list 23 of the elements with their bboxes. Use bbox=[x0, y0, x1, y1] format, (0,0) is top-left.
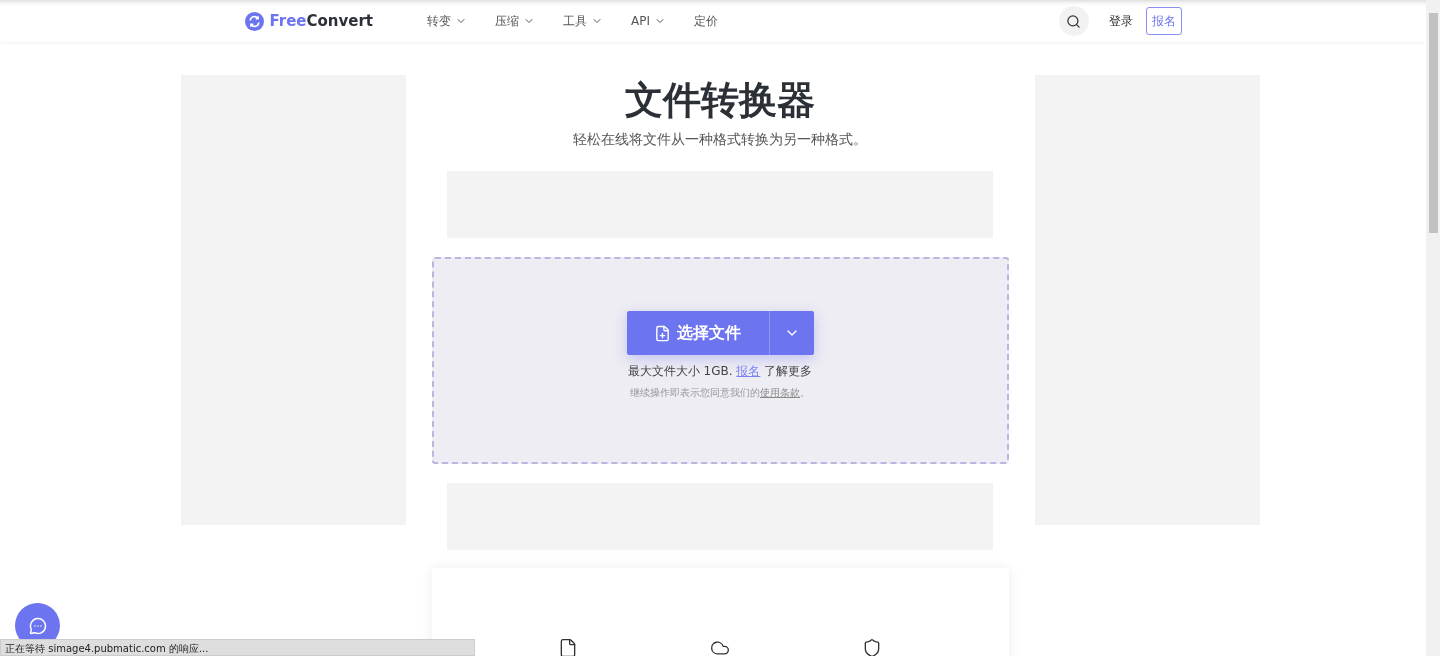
signup-button[interactable]: 报名 bbox=[1145, 7, 1182, 35]
nav-item[interactable]: 转变 bbox=[427, 12, 468, 30]
file-plus-icon bbox=[654, 324, 671, 342]
nav-item[interactable]: 压缩 bbox=[495, 12, 536, 30]
terms-notice: 继续操作即表示您同意我们的使用条款。 bbox=[630, 386, 810, 400]
logo-icon bbox=[244, 11, 264, 31]
scrollbar[interactable] bbox=[1426, 0, 1440, 656]
logo-text: FreeConvert bbox=[269, 12, 374, 30]
page-title: 文件转换器 bbox=[625, 77, 815, 124]
chat-bubble-icon bbox=[28, 616, 47, 635]
nav-item[interactable]: 定价 bbox=[694, 12, 719, 30]
nav-item[interactable]: API bbox=[631, 12, 667, 30]
file-size-info: 最大文件大小 1GB. 报名 了解更多 bbox=[627, 363, 813, 380]
search-button[interactable] bbox=[1058, 6, 1089, 36]
login-link[interactable]: 登录 bbox=[1108, 12, 1133, 30]
page-subtitle: 轻松在线将文件从一种格式转换为另一种格式。 bbox=[573, 131, 867, 149]
file-drop-zone[interactable]: 选择文件 最大文件大小 1GB. 报名 了解更多 继续操作即表示您同意我们的使用条款。 bbox=[431, 257, 1009, 464]
choose-file-button[interactable]: 选择文件 bbox=[626, 311, 769, 355]
search-icon bbox=[1066, 13, 1081, 29]
cloud-icon bbox=[710, 638, 730, 656]
logo[interactable]: FreeConvert bbox=[244, 11, 374, 31]
nav-item[interactable]: 工具 bbox=[563, 12, 604, 30]
loading-status-toast: 正在等待 simage4.pubmatic.com 的响应... bbox=[0, 639, 475, 656]
